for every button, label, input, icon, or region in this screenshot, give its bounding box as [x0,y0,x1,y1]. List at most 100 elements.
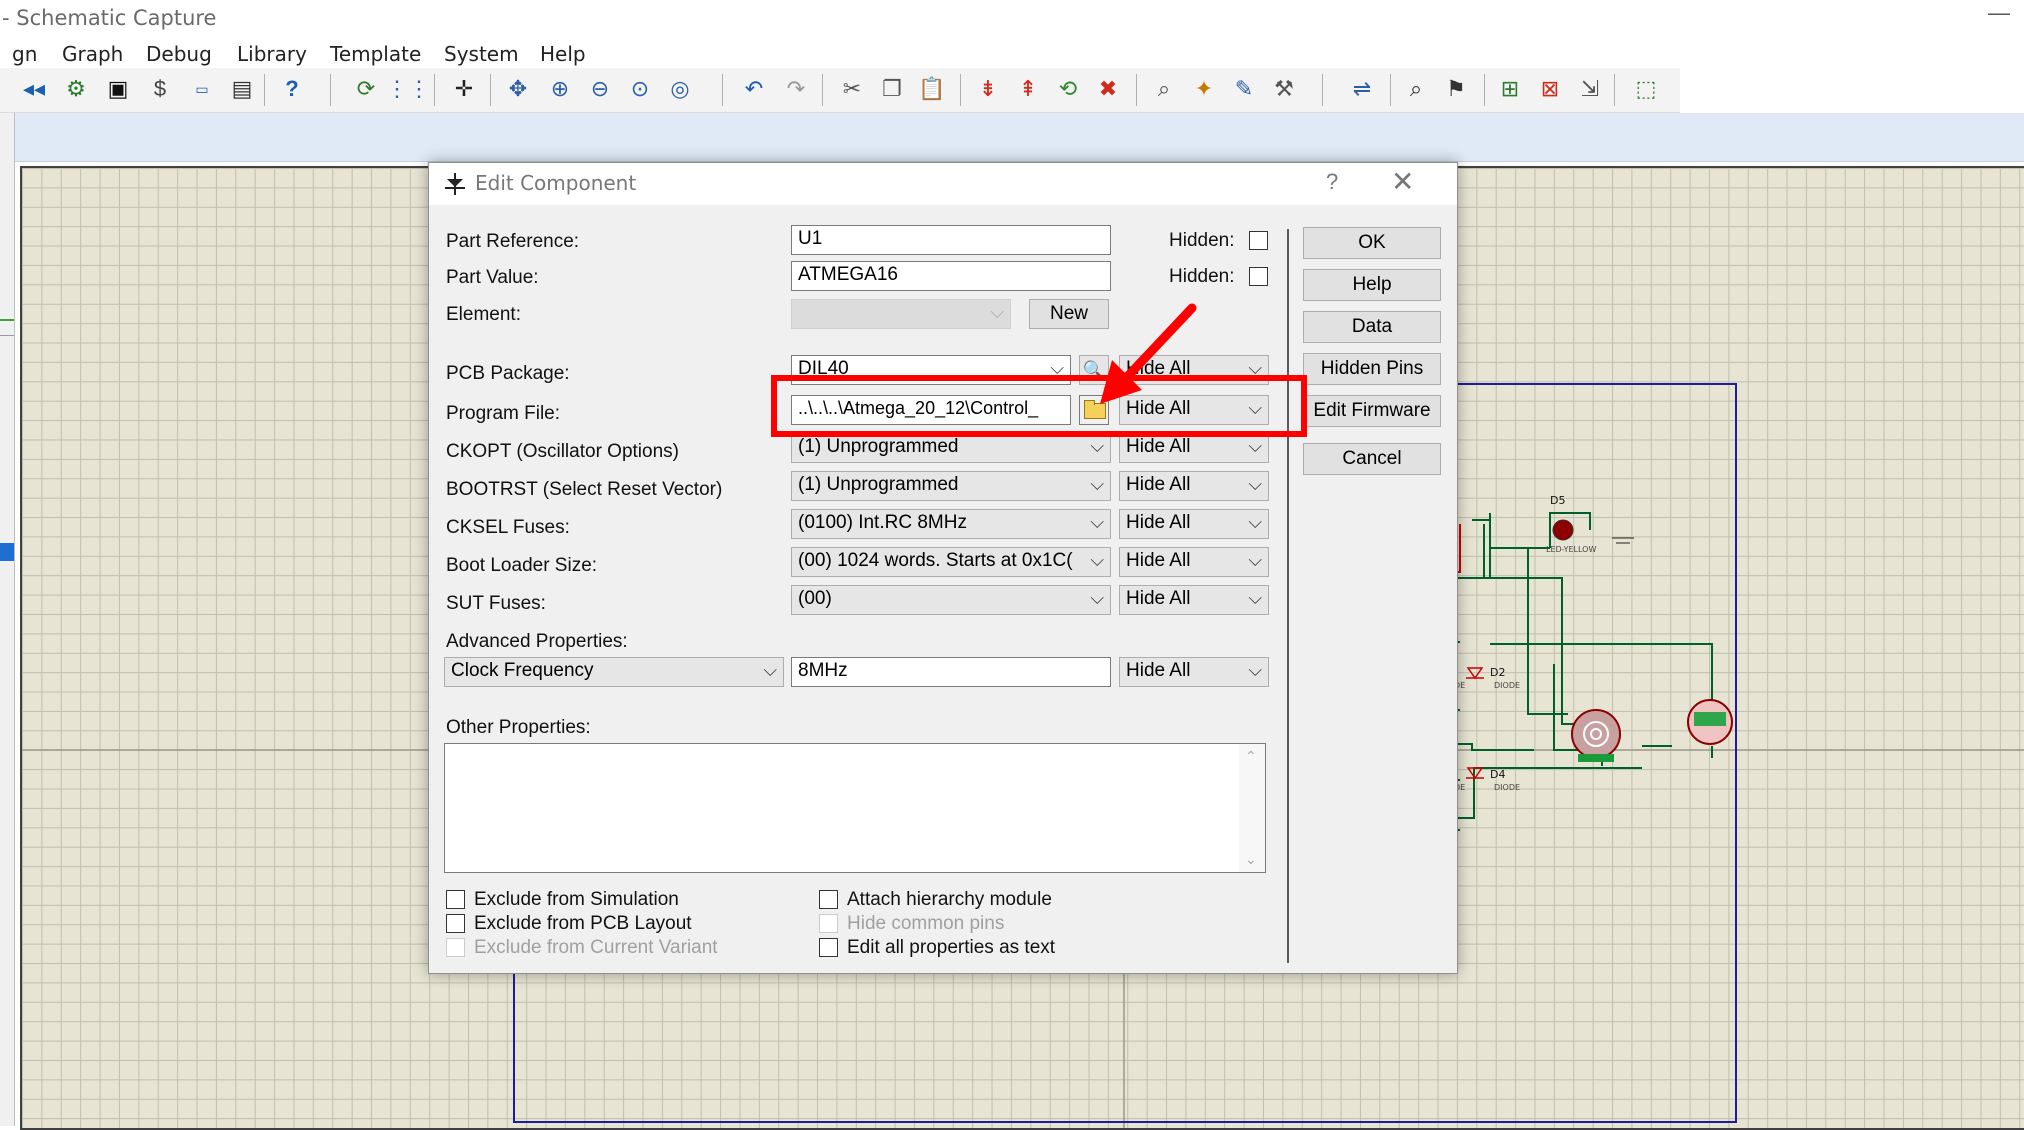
boot-loader-select[interactable]: (00) 1024 words. Starts at 0x1C(⌵ [791,547,1111,577]
advanced-visibility-select[interactable]: Hide All ⌵ [1119,657,1269,687]
pcb-package-visibility-select[interactable]: Hide All ⌵ [1119,355,1269,385]
ckopt-label: CKOPT (Oscillator Options) [446,441,679,462]
element-select[interactable]: ⌵ [791,299,1011,329]
make-device-icon[interactable]: ✦ [1188,73,1220,105]
help-button[interactable]: Help [1303,269,1441,301]
redo-icon[interactable]: ↷ [780,73,812,105]
document-icon[interactable]: ▤ [226,73,258,105]
part-value-input[interactable]: ATMEGA16 [791,261,1111,291]
data-button[interactable]: Data [1303,311,1441,343]
menu-template[interactable]: Template [330,42,421,66]
edit-as-text-checkbox[interactable] [819,938,838,957]
chevron-down-icon[interactable]: ⌄ [1245,851,1257,868]
pick-device-icon[interactable]: ⌕ [1148,73,1180,105]
menu-design[interactable]: gn [12,42,37,66]
export-icon[interactable]: ⬚ [1630,73,1662,105]
wire-autorouter-icon[interactable]: ⇌ [1346,73,1378,105]
origin-icon[interactable]: ✛ [448,73,480,105]
part-reference-label: Part Reference: [446,231,580,252]
undo-icon[interactable]: ↶ [738,73,770,105]
grid-icon[interactable]: ⋮⋮ [386,73,430,105]
pcb-package-select[interactable]: DIL40 ⌵ [791,355,1071,385]
ckopt-visibility-select[interactable]: Hide All ⌵ [1119,433,1269,463]
packaging-icon[interactable]: ⚒ [1268,73,1300,105]
advanced-property-select[interactable]: Clock Frequency ⌵ [444,657,784,687]
other-properties-label: Other Properties: [446,717,591,738]
cksel-visibility-select[interactable]: Hide All ⌵ [1119,509,1269,539]
block-copy-icon[interactable]: ⇟ [972,73,1004,105]
scrollbar[interactable]: ⌃ ⌄ [1239,744,1265,872]
hide-common-pins-label: Hide common pins [847,913,1005,934]
edit-firmware-button[interactable]: Edit Firmware [1303,395,1441,427]
program-file-visibility-select[interactable]: Hide All ⌵ [1119,395,1269,425]
sut-select[interactable]: (00) ⌵ [791,585,1111,615]
menu-debug[interactable]: Debug [146,42,212,66]
d4-label: D4 [1490,768,1505,781]
binoculars-icon[interactable]: 🔍 [1079,355,1109,385]
block-delete-icon[interactable]: ✖ [1092,73,1124,105]
pan-icon[interactable]: ✥ [502,73,534,105]
menu-library[interactable]: Library [237,42,307,66]
search-icon[interactable]: ⌕ [1400,73,1432,105]
property-tool-icon[interactable]: ⚑ [1440,73,1472,105]
menu-graph[interactable]: Graph [62,42,123,66]
bill-icon[interactable]: $ [144,73,176,105]
folder-icon[interactable] [1079,395,1109,425]
hidden-pins-button[interactable]: Hidden Pins [1303,353,1441,385]
part-value-hidden-checkbox[interactable] [1249,267,1268,286]
ok-button[interactable]: OK [1303,227,1441,259]
menu-help[interactable]: Help [540,42,586,66]
exclude-pcb-checkbox[interactable] [446,914,465,933]
zoom-area-icon[interactable]: ◎ [664,73,696,105]
goto-sheet-icon[interactable]: ⇲ [1574,73,1606,105]
sut-visibility-select[interactable]: Hide All ⌵ [1119,585,1269,615]
paste-icon[interactable]: 📋 [916,73,948,105]
attach-hierarchy-checkbox[interactable] [819,890,838,909]
cut-icon[interactable]: ✂ [836,73,868,105]
decompose-icon[interactable]: ✎ [1228,73,1260,105]
ckopt-select[interactable]: (1) Unprogrammed ⌵ [791,433,1111,463]
part-reference-hidden-label: Hidden: [1169,230,1235,251]
d2-value: DIODE [1494,681,1520,690]
block-move-icon[interactable]: ⇞ [1012,73,1044,105]
exclude-variant-label: Exclude from Current Variant [474,937,718,958]
close-button[interactable]: ✕ [1391,165,1414,198]
window-title: - Schematic Capture [2,6,217,30]
new-sheet-icon[interactable]: ⊞ [1494,73,1526,105]
zoom-all-icon[interactable]: ⊙ [624,73,656,105]
copy-icon[interactable]: ❐ [876,73,908,105]
other-properties-textarea[interactable]: ⌃ ⌄ [444,743,1266,873]
context-help-button[interactable]: ? [1326,169,1338,195]
part-reference-input[interactable]: U1 [791,225,1111,255]
remove-sheet-icon[interactable]: ⊠ [1534,73,1566,105]
boot-loader-visibility-select[interactable]: Hide All ⌵ [1119,547,1269,577]
exclude-simulation-checkbox[interactable] [446,890,465,909]
back-icon[interactable]: ◂◂ [18,73,50,105]
exclude-variant-checkbox[interactable] [446,938,465,957]
gerber-icon[interactable]: ▭ [186,73,218,105]
zoom-in-icon[interactable]: ⊕ [544,73,576,105]
minimize-button[interactable]: — [1988,0,2010,26]
dialog-title-bar: Edit Component ? ✕ [429,163,1457,205]
zoom-out-icon[interactable]: ⊖ [584,73,616,105]
program-file-input[interactable]: ..\..\..\Atmega_20_12\Control_ [791,395,1071,425]
cksel-select[interactable]: (0100) Int.RC 8MHz ⌵ [791,509,1111,539]
chevron-up-icon[interactable]: ⌃ [1245,748,1257,765]
cancel-button[interactable]: Cancel [1303,443,1441,475]
d5-value: LED-YELLOW [1546,545,1596,554]
block-rotate-icon[interactable]: ⟲ [1052,73,1084,105]
hide-common-pins-checkbox[interactable] [819,914,838,933]
netlist-icon[interactable]: ▣ [102,73,134,105]
bootrst-select[interactable]: (1) Unprogrammed ⌵ [791,471,1111,501]
menu-system[interactable]: System [444,42,519,66]
refresh-icon[interactable]: ⟳ [350,73,382,105]
cksel-label: CKSEL Fuses: [446,517,570,538]
component-icon[interactable]: ⚙ [60,73,92,105]
exclude-pcb-label: Exclude from PCB Layout [474,913,692,934]
advanced-value-input[interactable]: 8MHz [791,657,1111,687]
new-element-button[interactable]: New [1029,299,1109,329]
help-icon[interactable]: ? [276,73,308,105]
part-reference-hidden-checkbox[interactable] [1249,231,1268,250]
bootrst-visibility-select[interactable]: Hide All ⌵ [1119,471,1269,501]
main-toolbar: ◂◂ ⚙ ▣ $ ▭ ▤ ? ⟳ ⋮⋮ ✛ ✥ ⊕ ⊖ ⊙ ◎ ↶ ↷ ✂ ❐ … [0,68,1680,113]
